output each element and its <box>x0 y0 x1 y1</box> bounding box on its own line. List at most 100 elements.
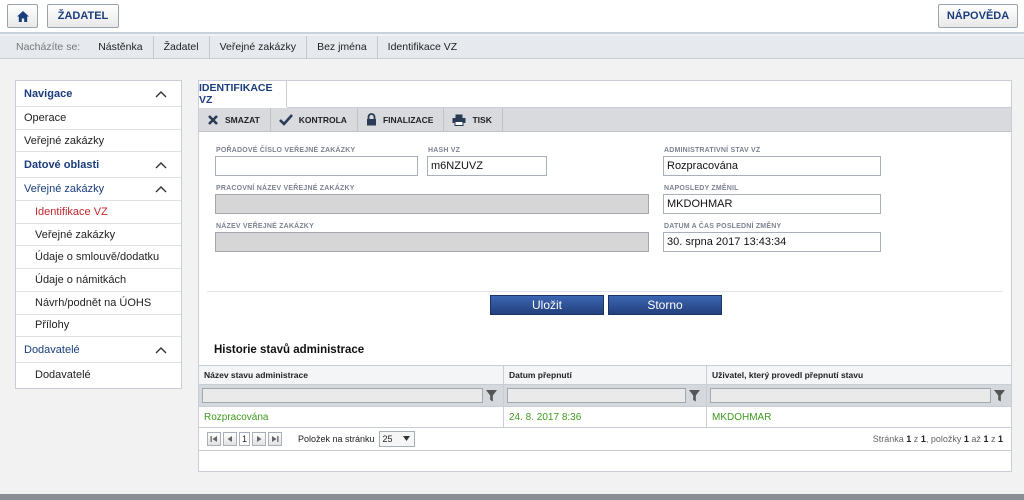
printer-icon <box>452 114 466 126</box>
filter-cell <box>504 385 707 406</box>
chevron-up-icon <box>155 346 167 354</box>
naposledy-zmenil-label: NAPOSLEDY ZMĚNIL <box>664 185 739 192</box>
sidebar-item-verejne-zakazky-sub[interactable]: Veřejné zakázky <box>16 224 181 247</box>
breadcrumb-item-bez-jmena[interactable]: Bez jména <box>307 35 378 59</box>
filter-icon[interactable] <box>486 389 497 402</box>
kontrola-label: KONTROLA <box>298 114 347 125</box>
datum-cas-field[interactable]: 30. srpna 2017 13:43:34 <box>663 232 881 252</box>
sidebar-section-navigace[interactable]: Navigace <box>16 81 181 107</box>
chevron-up-icon <box>155 186 167 193</box>
column-header-nazev-stavu[interactable]: Název stavu administrace <box>199 366 504 384</box>
filter-input-nazev[interactable] <box>202 388 483 403</box>
breadcrumb: Nacházíte se: Nástěnka Žadatel Veřejné z… <box>0 35 1024 59</box>
cell-uzivatel: MKDOHMAR <box>712 411 772 423</box>
pager-info-from: 1 <box>963 433 969 444</box>
sidebar-item-operace[interactable]: Operace <box>16 107 181 130</box>
pager-info-to: 1 <box>983 433 989 444</box>
pager-info-to-word: až <box>971 433 981 444</box>
datum-cas-label: DATUM A ČAS POSLEDNÍ ZMĚNY <box>664 223 782 230</box>
smazat-label: SMAZAT <box>225 114 260 125</box>
sidebar-item-dodavatele[interactable]: Dodavatelé <box>16 363 181 386</box>
pager: 1 Položek na stránku 25 Stránka 1 z 1, p… <box>199 427 1011 451</box>
filter-cell <box>199 385 504 406</box>
history-title: Historie stavů administrace <box>214 344 365 356</box>
sidebar-item-udaje-o-smlouve[interactable]: Údaje o smlouvě/dodatku <box>16 246 181 270</box>
chevron-down-icon <box>402 436 410 441</box>
pager-info-prefix: Stránka <box>872 433 904 444</box>
napoveda-button[interactable]: NÁPOVĚDA <box>938 4 1018 28</box>
footer-strip <box>0 494 1024 500</box>
filter-input-datum[interactable] <box>507 388 686 403</box>
pager-info-items-label: , položky <box>925 433 962 444</box>
tab-identifikace-vz[interactable]: IDENTIFIKACE VZ <box>199 81 287 108</box>
breadcrumb-item-nastenka[interactable]: Nástěnka <box>88 35 154 59</box>
filter-input-uzivatel[interactable] <box>710 388 991 403</box>
toolbar: SMAZAT KONTROLA FINALIZACE TISK <box>199 108 1011 132</box>
ulozit-button[interactable]: Uložit <box>490 295 604 315</box>
pager-info-of: z <box>913 433 919 444</box>
administrativni-stav-label: ADMINISTRATIVNÍ STAV VZ <box>664 147 761 154</box>
grid-filter-row <box>199 385 1011 407</box>
tisk-button[interactable]: TISK <box>444 108 503 131</box>
home-button[interactable] <box>7 4 38 28</box>
finalizace-label: FINALIZACE <box>382 114 434 125</box>
prev-page-button[interactable] <box>223 431 237 446</box>
filter-icon[interactable] <box>689 389 700 402</box>
nazev-zakazky-label: NÁZEV VEŘEJNÉ ZAKÁZKY <box>216 223 314 230</box>
sidebar-subsection-verejne-zakazky[interactable]: Veřejné zakázky <box>16 178 181 202</box>
sidebar-section-datove-oblasti[interactable]: Datové oblasti <box>16 152 181 179</box>
sidebar: Navigace Operace Veřejné zakázky Datové … <box>15 80 182 389</box>
current-page[interactable]: 1 <box>239 431 250 446</box>
top-bar: ŽADATEL NÁPOVĚDA <box>0 0 1024 34</box>
cell-datum-prepnuti: 24. 8. 2017 8:36 <box>504 407 707 427</box>
filter-cell <box>707 385 1011 406</box>
breadcrumb-item-zadatel[interactable]: Žadatel <box>154 35 210 59</box>
per-page-label: Položek na stránku <box>298 433 375 444</box>
sidebar-item-udaje-o-namitkach[interactable]: Údaje o námitkách <box>16 269 181 292</box>
hash-vz-label: HASH VZ <box>428 147 461 154</box>
sidebar-item-navrh-podnet-uohs[interactable]: Návrh/podnět na ÚOHS <box>16 292 181 315</box>
finalizace-button[interactable]: FINALIZACE <box>358 108 445 131</box>
filter-icon[interactable] <box>994 389 1005 402</box>
sidebar-item-verejne-zakazky[interactable]: Veřejné zakázky <box>16 130 181 153</box>
pager-info: Stránka 1 z 1, položky 1 až 1 z 1 <box>873 434 1003 444</box>
sidebar-subsection-label: Veřejné zakázky <box>24 183 105 196</box>
first-page-icon <box>210 435 217 442</box>
storno-button[interactable]: Storno <box>608 295 722 315</box>
grid-header: Název stavu administrace Datum přepnutí … <box>199 365 1011 385</box>
chevron-up-icon <box>155 90 167 97</box>
main-panel: IDENTIFIKACE VZ SMAZAT KONTROLA FINALIZA… <box>198 80 1012 472</box>
sidebar-item-identifikace-vz[interactable]: Identifikace VZ <box>16 201 181 224</box>
kontrola-button[interactable]: KONTROLA <box>271 108 358 131</box>
table-row[interactable]: Rozpracována 24. 8. 2017 8:36 MKDOHMAR <box>199 407 1011 428</box>
smazat-button[interactable]: SMAZAT <box>199 108 271 131</box>
hash-vz-field[interactable]: m6NZUVZ <box>427 156 547 176</box>
sidebar-section-label: Dodavatelé <box>24 343 80 356</box>
first-page-button[interactable] <box>207 431 221 446</box>
zadatel-button[interactable]: ŽADATEL <box>47 4 119 28</box>
naposledy-zmenil-field[interactable]: MKDOHMAR <box>663 194 881 214</box>
column-header-uzivatel[interactable]: Uživatel, který provedl přepnutí stavu <box>707 366 1011 384</box>
lock-icon <box>366 113 376 126</box>
sidebar-section-label: Datové oblasti <box>24 158 100 171</box>
per-page-select[interactable]: 25 <box>378 430 415 447</box>
pracovni-nazev-label: PRACOVNÍ NÁZEV VEŘEJNÉ ZAKÁZKY <box>216 185 355 192</box>
per-page-value: 25 <box>382 433 393 444</box>
pager-info-total-of: z <box>990 433 996 444</box>
breadcrumb-prefix: Nacházíte se: <box>16 41 81 53</box>
sidebar-section-label: Navigace <box>24 87 73 100</box>
breadcrumb-item-verejne-zakazky[interactable]: Veřejné zakázky <box>210 35 308 59</box>
last-page-button[interactable] <box>268 431 282 446</box>
administrativni-stav-field[interactable]: Rozpracována <box>663 156 881 176</box>
sidebar-section-dodavatele[interactable]: Dodavatelé <box>16 337 181 364</box>
nazev-zakazky-field[interactable] <box>215 232 649 252</box>
form-divider <box>207 291 1003 292</box>
poradove-cislo-field[interactable] <box>215 156 418 176</box>
sidebar-item-prilohy[interactable]: Přílohy <box>16 315 181 338</box>
pager-info-total: 1 <box>997 433 1003 444</box>
next-page-button[interactable] <box>252 431 266 446</box>
last-page-icon <box>272 435 279 442</box>
pracovni-nazev-field[interactable] <box>215 194 649 214</box>
column-header-datum-prepnuti[interactable]: Datum přepnutí <box>504 366 707 384</box>
close-icon <box>208 114 218 125</box>
